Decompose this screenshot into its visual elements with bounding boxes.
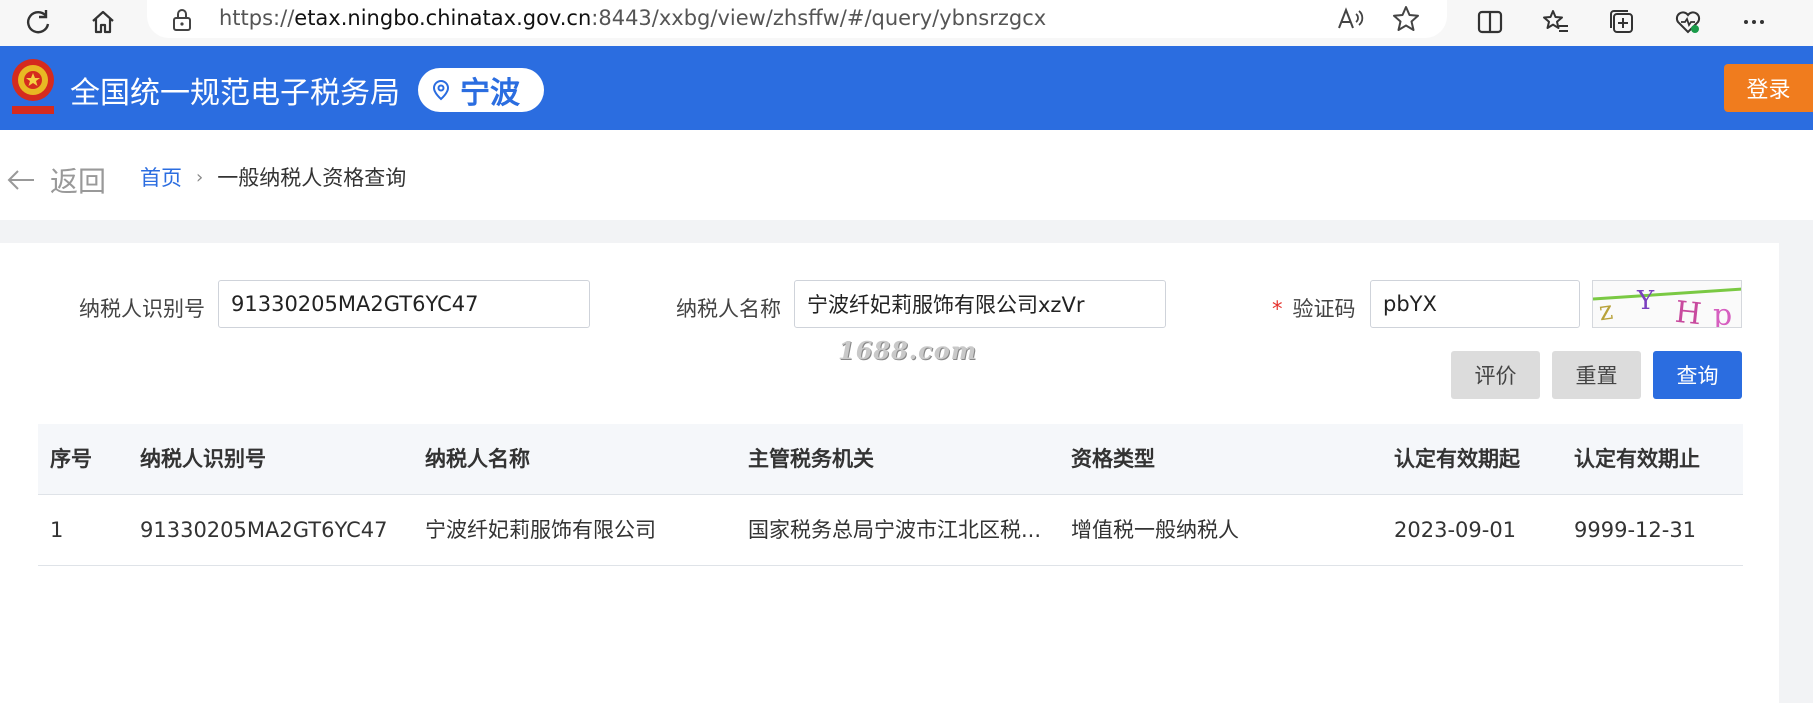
- breadcrumb-current: 一般纳税人资格查询: [217, 166, 407, 190]
- evaluate-button[interactable]: 评价: [1451, 351, 1540, 399]
- captcha-label: * 验证码: [1272, 297, 1356, 321]
- taxpayer-name-label: 纳税人名称: [676, 297, 781, 321]
- table-cell: 9999-12-31: [1574, 518, 1697, 542]
- column-header: 纳税人名称: [425, 447, 530, 471]
- captcha-input[interactable]: [1370, 280, 1580, 328]
- watermark-text: 1688.com: [838, 336, 978, 365]
- svg-text:H: H: [1673, 295, 1703, 328]
- city-name: 宁波: [460, 76, 520, 111]
- result-table: 序号 纳税人识别号 纳税人名称 主管税务机关 资格类型 认定有效期起 认定有效期…: [38, 424, 1743, 566]
- browser-essentials-icon[interactable]: [1670, 4, 1706, 40]
- site-title: 全国统一规范电子税务局: [70, 76, 400, 111]
- lock-icon[interactable]: [171, 7, 193, 37]
- breadcrumb-bar: 返回 首页 › 一般纳税人资格查询: [0, 130, 1813, 220]
- read-aloud-icon[interactable]: [1335, 4, 1365, 38]
- site-header: 全国统一规范电子税务局 宁波 登录: [0, 46, 1813, 130]
- breadcrumb-home-link[interactable]: 首页: [140, 162, 182, 192]
- required-mark: *: [1272, 297, 1283, 321]
- svg-text:Y: Y: [1636, 286, 1655, 316]
- table-cell: 91330205MA2GT6YC47: [140, 518, 388, 542]
- table-cell: 宁波纤妃莉服饰有限公司: [425, 518, 656, 542]
- table-row[interactable]: 1 91330205MA2GT6YC47 宁波纤妃莉服饰有限公司 国家税务总局宁…: [38, 495, 1743, 566]
- column-header: 资格类型: [1071, 447, 1155, 471]
- table-header: 序号 纳税人识别号 纳税人名称 主管税务机关 资格类型 认定有效期起 认定有效期…: [38, 424, 1743, 495]
- captcha-image[interactable]: z Y H p: [1592, 280, 1742, 328]
- table-cell: 国家税务总局宁波市江北区税...: [748, 518, 1042, 542]
- column-header: 认定有效期止: [1574, 447, 1700, 471]
- back-arrow-icon: [7, 170, 34, 190]
- national-emblem-logo: [8, 54, 58, 118]
- favorite-star-icon[interactable]: [1391, 4, 1421, 38]
- column-header: 序号: [50, 447, 92, 471]
- browser-toolbar: https://etax.ningbo.chinatax.gov.cn:8443…: [0, 0, 1813, 46]
- svg-text:z: z: [1597, 296, 1615, 328]
- split-screen-icon[interactable]: [1472, 4, 1508, 40]
- home-icon[interactable]: [85, 4, 121, 40]
- location-pin-icon: [432, 79, 450, 101]
- column-header: 主管税务机关: [748, 447, 874, 471]
- column-header: 认定有效期起: [1394, 447, 1520, 471]
- login-button[interactable]: 登录: [1724, 64, 1813, 112]
- reset-button[interactable]: 重置: [1552, 351, 1641, 399]
- query-button[interactable]: 查询: [1653, 351, 1742, 399]
- address-bar[interactable]: https://etax.ningbo.chinatax.gov.cn:8443…: [147, 0, 1447, 38]
- table-cell: 2023-09-01: [1394, 518, 1517, 542]
- back-label: 返回: [50, 165, 107, 198]
- breadcrumb: 首页 › 一般纳税人资格查询: [140, 162, 406, 192]
- query-card: 纳税人识别号 纳税人名称 *验证码 z Y H p 1688.com 评价 重置…: [0, 243, 1779, 703]
- svg-text:p: p: [1713, 298, 1732, 328]
- breadcrumb-separator-icon: ›: [196, 166, 204, 188]
- favorites-icon[interactable]: [1538, 4, 1574, 40]
- more-icon[interactable]: [1736, 4, 1772, 40]
- refresh-icon[interactable]: [20, 4, 56, 40]
- url-text[interactable]: https://etax.ningbo.chinatax.gov.cn:8443…: [219, 6, 1046, 30]
- taxpayer-name-input[interactable]: [794, 280, 1166, 328]
- tax-id-input[interactable]: [218, 280, 590, 328]
- table-cell: 1: [50, 518, 64, 542]
- table-cell: 增值税一般纳税人: [1071, 518, 1239, 542]
- tax-id-label: 纳税人识别号: [79, 297, 205, 321]
- column-header: 纳税人识别号: [140, 447, 266, 471]
- collections-icon[interactable]: [1604, 4, 1640, 40]
- back-button[interactable]: 返回: [6, 160, 106, 200]
- city-selector[interactable]: 宁波: [418, 68, 544, 112]
